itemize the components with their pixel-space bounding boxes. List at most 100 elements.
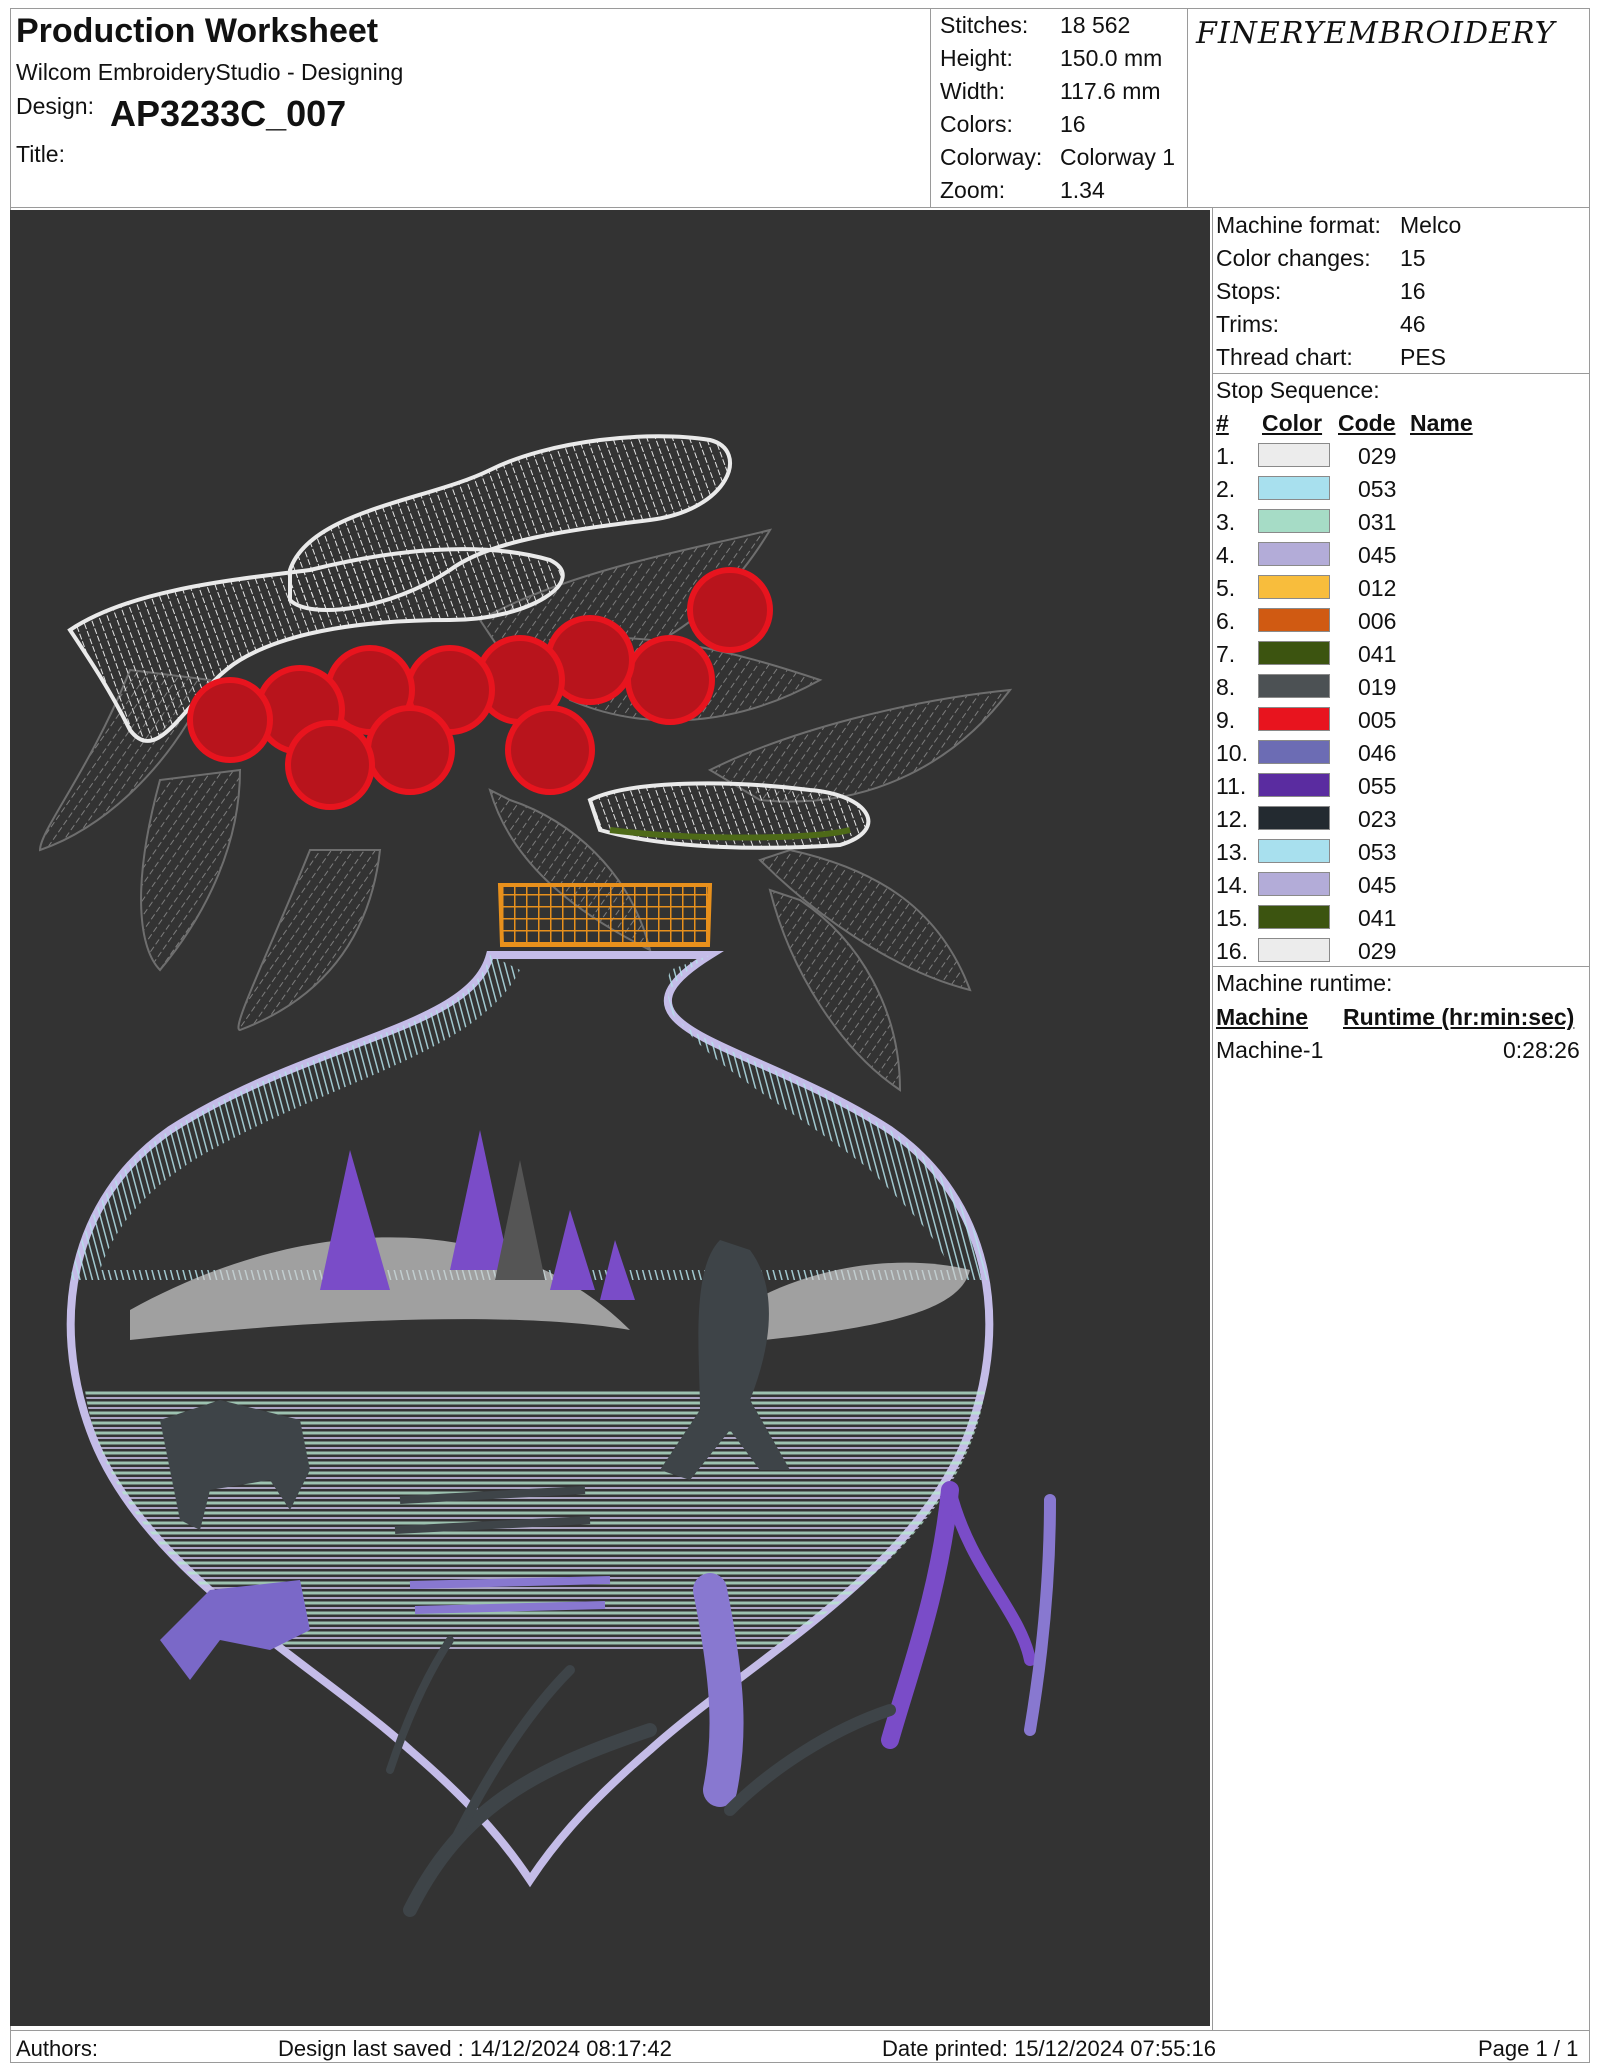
design-preview bbox=[10, 210, 1210, 2026]
stop-num: 13. bbox=[1216, 839, 1248, 865]
col-header-code: Code bbox=[1338, 410, 1396, 436]
col-header-runtime: Runtime (hr:min:sec) bbox=[1343, 1004, 1575, 1030]
color-swatch bbox=[1258, 575, 1330, 599]
stat-label: Height: bbox=[940, 45, 1013, 71]
machine-info-label: Stops: bbox=[1216, 278, 1282, 304]
stop-row: 2. 053 bbox=[1216, 474, 1600, 507]
thread-code: 041 bbox=[1358, 905, 1397, 931]
footer-page: Page 1 / 1 bbox=[1478, 2036, 1579, 2061]
color-swatch bbox=[1258, 905, 1330, 929]
stop-num: 7. bbox=[1216, 641, 1236, 667]
color-swatch bbox=[1258, 707, 1330, 731]
thread-code: 029 bbox=[1358, 443, 1397, 469]
stop-num: 6. bbox=[1216, 608, 1236, 634]
stop-num: 10. bbox=[1216, 740, 1248, 766]
embroidery-illustration bbox=[38, 434, 1056, 1917]
stop-row: 7. 041 bbox=[1216, 639, 1600, 672]
stop-num: 12. bbox=[1216, 806, 1248, 832]
footer-authors: Authors: bbox=[16, 2036, 98, 2061]
col-header-color: Color bbox=[1262, 410, 1323, 436]
stop-num: 2. bbox=[1216, 476, 1236, 502]
stop-row: 12. 023 bbox=[1216, 804, 1600, 837]
thread-code: 053 bbox=[1358, 839, 1397, 865]
design-name: AP3233C_007 bbox=[110, 93, 347, 134]
runtime-time: 0:28:26 bbox=[1503, 1037, 1580, 1063]
color-swatch bbox=[1258, 476, 1330, 500]
stop-row: 1. 029 bbox=[1216, 441, 1600, 474]
stat-label: Colors: bbox=[940, 111, 1013, 137]
machine-info-value: PES bbox=[1400, 344, 1447, 370]
color-swatch bbox=[1258, 509, 1330, 533]
ornament-cap bbox=[497, 883, 713, 947]
col-header-machine: Machine bbox=[1216, 1004, 1309, 1030]
color-swatch bbox=[1258, 839, 1330, 863]
machine-info-value: 16 bbox=[1400, 278, 1426, 304]
thread-code: 012 bbox=[1358, 575, 1397, 601]
thread-code: 031 bbox=[1358, 509, 1397, 535]
stat-value: 117.6 mm bbox=[1060, 78, 1161, 104]
footer-printed: Date printed: 15/12/2024 07:55:16 bbox=[882, 2036, 1216, 2061]
stop-num: 15. bbox=[1216, 905, 1248, 931]
stop-num: 11. bbox=[1216, 773, 1247, 799]
machine-info-label: Color changes: bbox=[1216, 245, 1371, 271]
col-header-name: Name bbox=[1410, 410, 1473, 436]
color-swatch bbox=[1258, 608, 1330, 632]
thread-code: 046 bbox=[1358, 740, 1397, 766]
stop-row: 13. 053 bbox=[1216, 837, 1600, 870]
thread-code: 045 bbox=[1358, 542, 1397, 568]
stat-value: 150.0 mm bbox=[1060, 45, 1163, 71]
runtime-heading: Machine runtime: bbox=[1216, 970, 1393, 996]
col-header-num: # bbox=[1216, 410, 1229, 436]
color-swatch bbox=[1258, 773, 1330, 797]
footer-saved: Design last saved : 14/12/2024 08:17:42 bbox=[278, 2036, 672, 2061]
stop-row: 10. 046 bbox=[1216, 738, 1600, 771]
stat-value: 18 562 bbox=[1060, 12, 1131, 38]
stop-num: 16. bbox=[1216, 938, 1248, 964]
thread-code: 041 bbox=[1358, 641, 1397, 667]
stop-row: 9. 005 bbox=[1216, 705, 1600, 738]
thread-code: 019 bbox=[1358, 674, 1397, 700]
machine-info-label: Machine format: bbox=[1216, 212, 1381, 238]
stop-num: 4. bbox=[1216, 542, 1236, 568]
color-swatch bbox=[1258, 542, 1330, 566]
thread-code: 045 bbox=[1358, 872, 1397, 898]
color-swatch bbox=[1258, 740, 1330, 764]
stop-row: 16. 029 bbox=[1216, 936, 1600, 969]
sheet-title: Production Worksheet bbox=[16, 12, 379, 50]
stat-label: Width: bbox=[940, 78, 1006, 104]
machine-info-value: 15 bbox=[1400, 245, 1426, 271]
stop-num: 14. bbox=[1216, 872, 1248, 898]
stop-num: 5. bbox=[1216, 575, 1236, 601]
stat-value: 1.34 bbox=[1060, 177, 1105, 203]
color-swatch bbox=[1258, 938, 1330, 962]
stop-num: 3. bbox=[1216, 509, 1236, 535]
brand-logo: FINERYEMBROIDERY bbox=[1196, 16, 1556, 51]
stop-num: 9. bbox=[1216, 707, 1236, 733]
stop-num: 8. bbox=[1216, 674, 1236, 700]
thread-code: 055 bbox=[1358, 773, 1397, 799]
stat-value: 16 bbox=[1060, 111, 1086, 137]
color-swatch bbox=[1258, 806, 1330, 830]
stat-label: Colorway: bbox=[940, 144, 1043, 170]
thread-code: 053 bbox=[1358, 476, 1397, 502]
machine-info-label: Thread chart: bbox=[1216, 344, 1353, 370]
machine-info-value: 46 bbox=[1400, 311, 1426, 337]
thread-code: 029 bbox=[1358, 938, 1397, 964]
stat-label: Stitches: bbox=[940, 12, 1029, 38]
dog-reflection bbox=[160, 1580, 310, 1680]
stop-row: 5. 012 bbox=[1216, 573, 1600, 606]
stat-value: Colorway 1 bbox=[1060, 144, 1176, 170]
stop-row: 4. 045 bbox=[1216, 540, 1600, 573]
machine-info-value: Melco bbox=[1400, 212, 1462, 238]
thread-code: 005 bbox=[1358, 707, 1397, 733]
stop-num: 1. bbox=[1216, 443, 1236, 469]
stop-row: 14. 045 bbox=[1216, 870, 1600, 903]
color-swatch bbox=[1258, 641, 1330, 665]
color-swatch bbox=[1258, 872, 1330, 896]
stop-row: 8. 019 bbox=[1216, 672, 1600, 705]
stat-label: Zoom: bbox=[940, 177, 1006, 203]
thread-code: 023 bbox=[1358, 806, 1397, 832]
stop-sequence-heading: Stop Sequence: bbox=[1216, 377, 1380, 403]
runtime-machine: Machine-1 bbox=[1216, 1037, 1324, 1063]
stop-row: 15. 041 bbox=[1216, 903, 1600, 936]
